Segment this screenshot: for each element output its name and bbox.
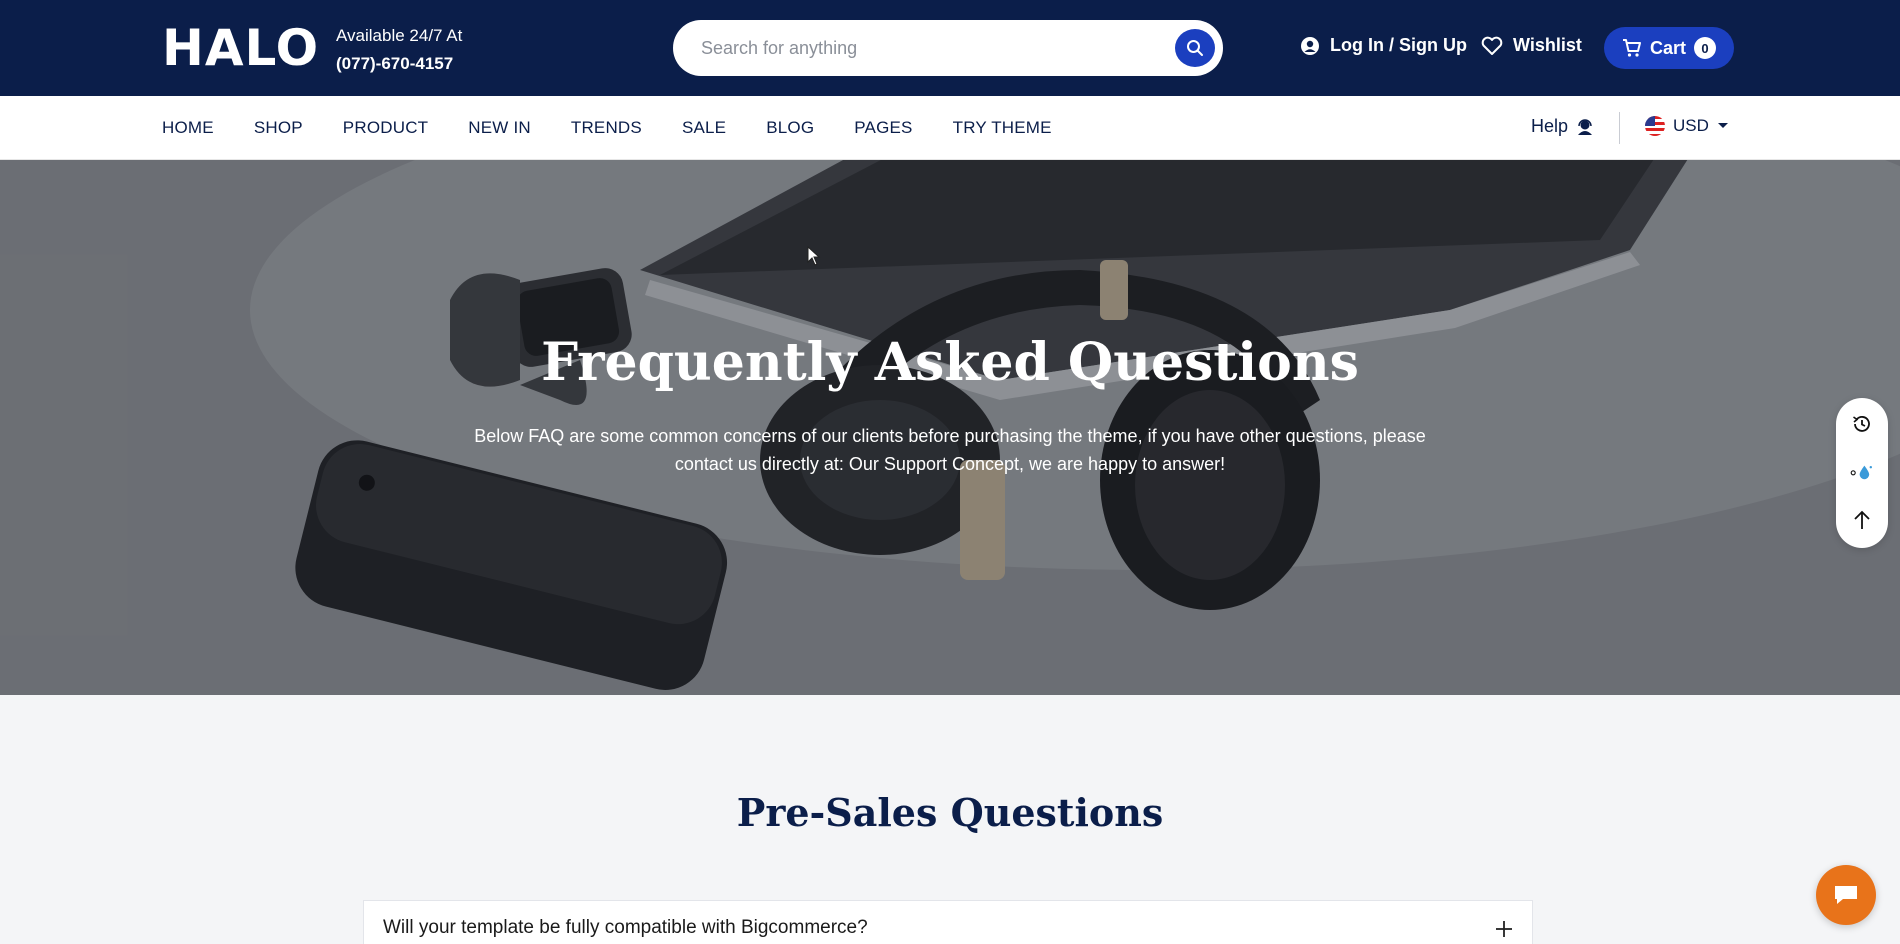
nav-item-blog[interactable]: BLOG xyxy=(766,118,814,138)
wishlist-link[interactable]: Wishlist xyxy=(1481,35,1582,56)
nav-item-new-in[interactable]: NEW IN xyxy=(468,118,531,138)
login-label: Log In / Sign Up xyxy=(1330,35,1467,55)
recently-viewed-button[interactable] xyxy=(1850,412,1874,436)
search-button[interactable] xyxy=(1175,29,1215,67)
nav-item-sale[interactable]: SALE xyxy=(682,118,726,138)
heart-icon xyxy=(1481,36,1503,55)
nav-item-home[interactable]: HOME xyxy=(162,118,214,138)
nav-item-shop[interactable]: SHOP xyxy=(254,118,303,138)
help-link[interactable]: Help xyxy=(1531,116,1594,137)
search-bar xyxy=(673,20,1223,76)
logo[interactable]: HALO xyxy=(162,22,319,74)
cart-button[interactable]: Cart 0 xyxy=(1604,27,1734,69)
chat-icon xyxy=(1835,886,1857,904)
cart-label: Cart xyxy=(1649,37,1686,58)
main-nav: HOME SHOP PRODUCT NEW IN TRENDS SALE BLO… xyxy=(0,96,1900,160)
us-flag-icon xyxy=(1645,116,1665,136)
currency-selector[interactable]: USD xyxy=(1645,116,1729,136)
search-input[interactable] xyxy=(701,34,1141,62)
chat-button[interactable] xyxy=(1816,865,1876,925)
wishlist-label: Wishlist xyxy=(1513,35,1582,55)
nav-item-trends[interactable]: TRENDS xyxy=(571,118,642,138)
faq-question: Will your template be fully compatible w… xyxy=(383,917,868,938)
color-drop-icon xyxy=(1850,465,1872,480)
arrow-up-icon xyxy=(1854,510,1870,529)
user-icon xyxy=(1301,36,1319,55)
support-agent-icon xyxy=(1578,118,1593,135)
nav-item-pages[interactable]: PAGES xyxy=(854,118,912,138)
history-icon xyxy=(1853,416,1870,432)
nav-item-try-theme[interactable]: TRY THEME xyxy=(953,118,1052,138)
plus-icon xyxy=(1496,921,1512,937)
contact-info: Available 24/7 At (077)-670-4157 xyxy=(336,22,462,78)
cart-icon xyxy=(1622,39,1641,57)
color-swatch-button[interactable] xyxy=(1850,460,1874,484)
login-link[interactable]: Log In / Sign Up xyxy=(1300,35,1467,56)
top-header: HALO Available 24/7 At (077)-670-4157 Lo… xyxy=(0,0,1900,96)
cart-count-badge: 0 xyxy=(1694,37,1716,59)
phone-number[interactable]: (077)-670-4157 xyxy=(336,50,462,78)
section-title: Pre-Sales Questions xyxy=(736,790,1164,835)
hero-banner: Frequently Asked Questions Below FAQ are… xyxy=(0,160,1900,695)
mouse-cursor-icon xyxy=(807,246,821,266)
nav-item-product[interactable]: PRODUCT xyxy=(343,118,428,138)
back-to-top-button[interactable] xyxy=(1850,508,1874,532)
hero-title: Frequently Asked Questions xyxy=(541,332,1359,393)
help-label: Help xyxy=(1531,116,1569,136)
nav-divider xyxy=(1619,112,1620,144)
hero-subtitle: Below FAQ are some common concerns of ou… xyxy=(474,426,1426,474)
faq-item[interactable]: Will your template be fully compatible w… xyxy=(363,900,1533,944)
availability-text: Available 24/7 At xyxy=(336,26,463,45)
currency-label: USD xyxy=(1673,116,1709,135)
caret-down-icon xyxy=(1717,123,1728,128)
search-icon xyxy=(1187,40,1203,56)
side-toolbar xyxy=(1836,398,1888,548)
